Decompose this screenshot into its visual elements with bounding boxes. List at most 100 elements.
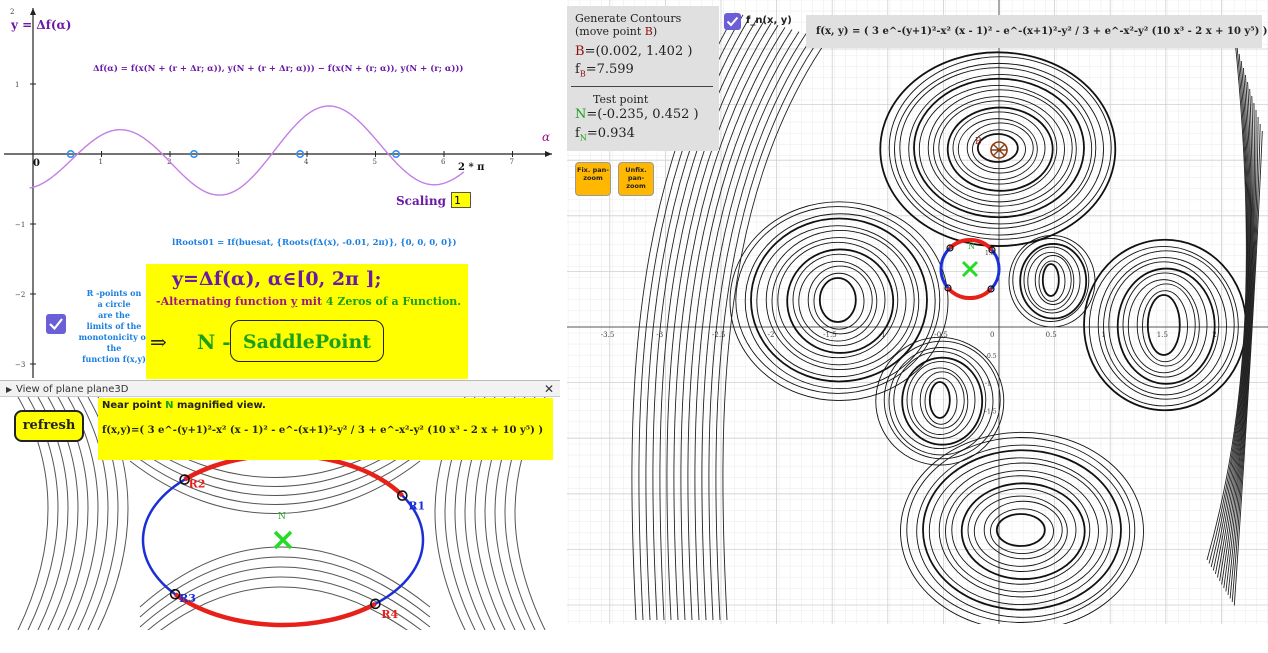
r-point-label: R3: [179, 592, 196, 605]
contour-ring: [906, 361, 976, 439]
subtitle-text: mit: [297, 295, 326, 308]
note-line: are the: [98, 310, 130, 320]
delta-f-line: [29, 105, 465, 196]
x-tick-label: -2: [768, 331, 775, 339]
point-n-value: N=(-0.235, 0.452 ): [575, 107, 699, 122]
monotonicity-circle: R1 R2 R3 R4 N: [141, 452, 425, 628]
contour-outer-left: [708, 35, 814, 621]
hint-text: ): [652, 25, 658, 38]
x-tick-label: 0: [990, 331, 994, 339]
arc-red-bottom: [173, 592, 377, 628]
generate-contours-title: Generate Contours: [575, 12, 682, 25]
contour-ring: [1103, 257, 1227, 396]
contours-info-panel: Generate Contours (move point B) B=(0.00…: [567, 6, 719, 151]
n-coords: =(-0.235, 0.452 ): [586, 107, 699, 122]
b-point-label: B: [975, 137, 982, 147]
x-tick-label: 1.5: [1157, 331, 1168, 339]
delta-f-formula: Δf(α) = f(x(N + (r + Δr; α)), y(N + (r +…: [93, 64, 464, 74]
r-point-label: R2: [189, 478, 206, 491]
y-tick-label: −3: [15, 361, 25, 369]
contour-ring: [922, 449, 1122, 611]
contour-ring: [729, 201, 949, 402]
y-tick-label: −2: [15, 291, 25, 299]
y-axis-arrow: [30, 8, 36, 15]
contour-ring: [744, 213, 936, 390]
x-tick-label: 1: [99, 158, 103, 166]
note-line: R -points on: [86, 288, 142, 298]
subtitle-zeros: 4 Zeros of a Function.: [325, 295, 462, 308]
f-b-value: fB=7.599: [575, 62, 634, 79]
b-name: B: [575, 44, 585, 59]
f-sub: N: [579, 133, 587, 143]
contour-ring: [901, 356, 984, 446]
x-axis-label: α: [542, 130, 551, 144]
n-point-marker: [273, 530, 293, 550]
contour-ring: [1127, 279, 1200, 374]
alternating-subtitle: -Alternating function y mit 4 Zeros of a…: [156, 295, 461, 308]
hint-text: (move point: [575, 25, 645, 38]
refresh-button[interactable]: refresh: [14, 410, 84, 442]
close-icon[interactable]: ✕: [544, 381, 554, 398]
checkmark-icon: [726, 16, 739, 27]
origin-label: 0: [33, 158, 40, 169]
hint-b: B: [644, 25, 653, 38]
note-line: a circle: [97, 299, 131, 309]
n-point-label: N: [968, 242, 975, 251]
contour-ring: [919, 371, 965, 429]
r-points-note: R -points on a circle are the limits of …: [74, 288, 154, 365]
n-point-marker: [961, 260, 979, 278]
n-point-label: N: [278, 512, 286, 522]
scaling-input[interactable]: 1: [451, 192, 471, 208]
contour-ring: [786, 248, 895, 354]
plane3d-view[interactable]: ▶ View of plane plane3D ✕ R1 R2 R3 R4 N refr…: [0, 380, 560, 630]
x-tick-label: 5: [373, 158, 377, 166]
two-pi-label: 2 * π: [458, 162, 485, 173]
view-header[interactable]: ▶ View of plane plane3D ✕: [0, 380, 560, 397]
test-arc-red-bottom: [946, 286, 993, 301]
y-axis-top-tick: 2: [10, 8, 15, 16]
y-tick-label: −1: [15, 221, 25, 229]
f-n-value: fN=0.934: [575, 126, 635, 143]
contour-ring: [1088, 246, 1239, 407]
fn-visibility-checkbox[interactable]: [724, 13, 741, 30]
function-formula: f(x, y) = ( 3 e^-(y+1)²-x² (x - 1)² - e^…: [806, 15, 1268, 48]
contour-ring: [1108, 261, 1220, 389]
roots-formula: lRoots01 = If(buesat, {Roots(fΔ(x), -0.0…: [172, 238, 457, 248]
contour-ring: [995, 513, 1046, 547]
r-points-checkbox[interactable]: [46, 314, 66, 334]
unfix-pan-zoom-button[interactable]: Unfix. pan- zoom: [618, 162, 654, 196]
saddle-summary-panel: y=Δf(α), α∈[0, 2π ]; -Alternating functi…: [146, 264, 468, 379]
x-tick-label: 7: [510, 158, 514, 166]
title-text: magnified view.: [173, 400, 266, 411]
magnified-title: Near point N magnified view.: [102, 400, 266, 411]
x-tick-label: 0.5: [1046, 331, 1057, 339]
fn-number: =0.934: [586, 126, 635, 141]
saddle-point-label: SaddlePoint: [230, 320, 384, 362]
n-label: N -: [197, 330, 231, 354]
checkmark-icon: [49, 318, 63, 331]
fn-label: f_n(x, y): [746, 15, 792, 26]
function-range-title: y=Δf(α), α∈[0, 2π ];: [172, 268, 382, 290]
contour-ring: [1146, 294, 1181, 356]
implies-arrow: ⇒: [150, 330, 167, 354]
move-point-hint: (move point B): [575, 25, 657, 38]
contour-ring: [928, 381, 951, 419]
contour-ring: [893, 350, 987, 450]
contour-ring: [1142, 290, 1188, 363]
subtitle-text: -Alternating function: [156, 295, 291, 308]
contour-ring: [1034, 255, 1072, 305]
contour-ring: [951, 475, 1091, 585]
note-line: monotonicity of the: [78, 332, 150, 353]
fb-number: =7.599: [585, 62, 634, 77]
y-tick-label: -1.5: [985, 408, 997, 415]
note-line: function f(x,y): [82, 354, 146, 364]
expand-triangle-icon[interactable]: ▶: [6, 381, 12, 398]
x-tick-label: 4: [304, 158, 309, 166]
point-b-value: B=(0.002, 1.402 ): [575, 44, 692, 59]
y-tick-label: -0.5: [985, 353, 997, 360]
fix-pan-zoom-button[interactable]: Fix. pan- zoom: [575, 162, 611, 196]
arc-red-top: [183, 452, 404, 498]
r-point-label: R4: [381, 608, 398, 621]
contour-ring: [756, 225, 920, 378]
x-tick-label: -2.5: [712, 331, 726, 339]
